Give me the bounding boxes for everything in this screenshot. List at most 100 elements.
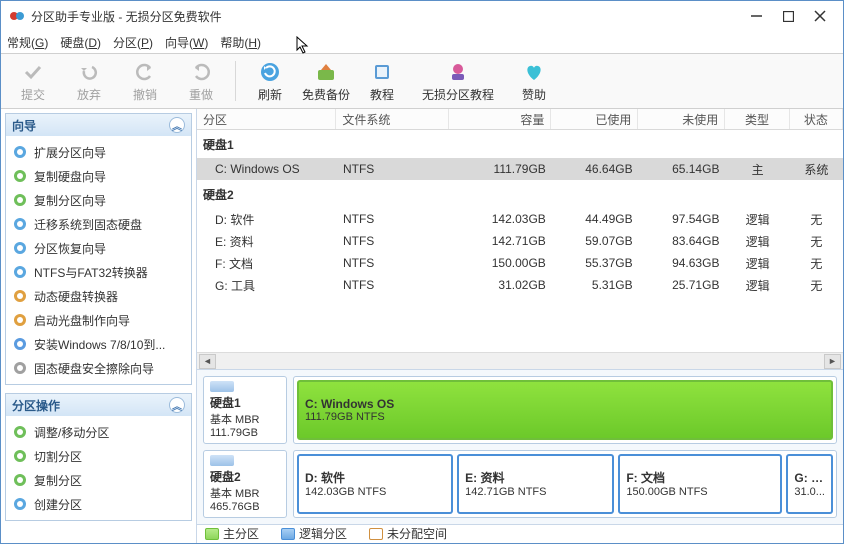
toolbar-backup-button[interactable]: 免费备份: [298, 55, 354, 107]
column-header[interactable]: 分区: [197, 109, 336, 129]
wizard-list: 扩展分区向导复制硬盘向导复制分区向导迁移系统到固态硬盘分区恢复向导 NTFS与FA…: [6, 136, 191, 384]
column-header[interactable]: 类型: [725, 109, 789, 129]
sidebar-item[interactable]: 固态硬盘安全擦除向导: [6, 356, 191, 380]
sidebar-item[interactable]: 启动光盘制作向导: [6, 308, 191, 332]
disk-info[interactable]: 硬盘1基本 MBR111.79GB: [203, 376, 287, 444]
toolbar-label: 免费备份: [302, 86, 350, 103]
horizontal-scrollbar[interactable]: ◄ ►: [197, 352, 843, 368]
partition-row[interactable]: D: 软件NTFS142.03GB44.49GB97.54GB逻辑无: [197, 208, 843, 230]
partition-sub: 150.00GB NTFS: [626, 486, 774, 498]
partition-sub: 142.71GB NTFS: [465, 486, 606, 498]
cell: 无: [790, 255, 843, 272]
menu-item[interactable]: 硬盘(D): [60, 34, 101, 51]
partition-block[interactable]: D: 软件142.03GB NTFS: [297, 454, 453, 514]
titlebar: 分区助手专业版 - 无损分区免费软件: [1, 1, 843, 31]
menu-item[interactable]: 分区(P): [113, 34, 153, 51]
scroll-left-button[interactable]: ◄: [199, 354, 216, 369]
cell: NTFS: [337, 278, 450, 292]
disk-group-header: 硬盘1: [197, 130, 843, 158]
dynamic-icon: [12, 288, 28, 304]
partition-block[interactable]: F: 文档150.00GB NTFS: [618, 454, 782, 514]
copy-part-icon: [12, 192, 28, 208]
partition-title: D: 软件: [305, 469, 445, 486]
wizard-panel-header[interactable]: 向导 ︽: [6, 114, 191, 136]
partition-row[interactable]: C: Windows OSNTFS111.79GB46.64GB65.14GB主…: [197, 158, 843, 180]
cell: 5.31GB: [552, 278, 639, 292]
chevron-up-icon[interactable]: ︽: [169, 397, 185, 413]
sidebar-item[interactable]: 复制分区向导: [6, 188, 191, 212]
toolbar-book-button[interactable]: 教程: [354, 55, 410, 107]
partition-row[interactable]: F: 文档NTFS150.00GB55.37GB94.63GB逻辑无: [197, 252, 843, 274]
column-header[interactable]: 文件系统: [336, 109, 449, 129]
partition-block[interactable]: E: 资料142.71GB NTFS: [457, 454, 614, 514]
cell: NTFS: [337, 234, 450, 248]
sidebar-item-label: 扩展分区向导: [34, 144, 106, 161]
sidebar-item[interactable]: NTFS与FAT32转换器: [6, 260, 191, 284]
partition-sub: 142.03GB NTFS: [305, 486, 445, 498]
toolbar-label: 刷新: [258, 86, 282, 103]
sidebar-item[interactable]: 安装Windows 7/8/10到...: [6, 332, 191, 356]
window-title: 分区助手专业版 - 无损分区免费软件: [31, 8, 749, 25]
partition-block[interactable]: G: 工...31.0...: [786, 454, 833, 514]
cell: F: 文档: [197, 255, 337, 272]
sidebar-item[interactable]: 调整/移动分区: [6, 420, 191, 444]
scroll-right-button[interactable]: ►: [824, 354, 841, 369]
column-header[interactable]: 容量: [449, 109, 551, 129]
cell: NTFS: [337, 162, 450, 176]
cell: 46.64GB: [552, 162, 639, 176]
copy-disk-icon: [12, 168, 28, 184]
close-button[interactable]: [813, 9, 827, 23]
sidebar-item[interactable]: 切割分区: [6, 444, 191, 468]
menubar: 常规(G) 硬盘(D) 分区(P) 向导(W) 帮助(H): [1, 31, 843, 53]
partition-block[interactable]: C: Windows OS111.79GB NTFS: [297, 380, 833, 440]
disk-map: 硬盘1基本 MBR111.79GBC: Windows OS111.79GB N…: [197, 369, 843, 524]
cell: 65.14GB: [639, 162, 726, 176]
disk-info[interactable]: 硬盘2基本 MBR465.76GB: [203, 450, 287, 518]
convert-icon: [12, 264, 28, 280]
cell: 44.49GB: [552, 212, 639, 226]
partition-title: F: 文档: [626, 469, 774, 486]
sidebar-item[interactable]: 动态硬盘转换器: [6, 284, 191, 308]
partition-row[interactable]: E: 资料NTFS142.71GB59.07GB83.64GB逻辑无: [197, 230, 843, 252]
cell: 59.07GB: [552, 234, 639, 248]
sidebar-item-label: NTFS与FAT32转换器: [34, 264, 148, 281]
sidebar-item[interactable]: 分区恢复向导: [6, 236, 191, 260]
menu-item[interactable]: 向导(W): [165, 34, 208, 51]
ops-panel-header[interactable]: 分区操作 ︽: [6, 394, 191, 416]
partition-grid[interactable]: 硬盘1C: Windows OSNTFS111.79GB46.64GB65.14…: [197, 130, 843, 352]
column-header[interactable]: 状态: [790, 109, 843, 129]
cell: 逻辑: [725, 277, 789, 294]
sidebar-item[interactable]: 创建分区: [6, 492, 191, 516]
toolbar-refresh-button[interactable]: 刷新: [242, 55, 298, 107]
cell: NTFS: [337, 212, 450, 226]
disk-scheme: 基本 MBR: [210, 485, 280, 501]
toolbar-heart-button[interactable]: 赞助: [506, 55, 562, 107]
toolbar-tutorial-button[interactable]: 无损分区教程: [410, 55, 506, 107]
create-icon: [12, 496, 28, 512]
cell: 无: [790, 233, 843, 250]
partition-row[interactable]: G: 工具NTFS31.02GB5.31GB25.71GB逻辑无: [197, 274, 843, 296]
column-header[interactable]: 已使用: [551, 109, 638, 129]
partition-sub: 111.79GB NTFS: [305, 411, 825, 423]
cell: D: 软件: [197, 211, 337, 228]
chevron-up-icon[interactable]: ︽: [169, 117, 185, 133]
sidebar-item[interactable]: 迁移系统到固态硬盘: [6, 212, 191, 236]
cell: 逻辑: [725, 211, 789, 228]
sidebar-item[interactable]: 复制硬盘向导: [6, 164, 191, 188]
wizard-panel: 向导 ︽ 扩展分区向导复制硬盘向导复制分区向导迁移系统到固态硬盘分区恢复向导 NT…: [5, 113, 192, 385]
expand-icon: [12, 144, 28, 160]
partition-map: D: 软件142.03GB NTFSE: 资料142.71GB NTFSF: 文…: [293, 450, 837, 518]
menu-item[interactable]: 常规(G): [7, 34, 48, 51]
cell: 142.71GB: [450, 234, 552, 248]
logical-swatch: [281, 528, 295, 540]
minimize-button[interactable]: [749, 9, 763, 23]
backup-icon: [314, 60, 338, 84]
sidebar-item[interactable]: 扩展分区向导: [6, 140, 191, 164]
maximize-button[interactable]: [781, 9, 795, 23]
menu-item[interactable]: 帮助(H): [220, 34, 261, 51]
column-header[interactable]: 未使用: [638, 109, 725, 129]
cell: E: 资料: [197, 233, 337, 250]
cell: 150.00GB: [450, 256, 552, 270]
partition-sub: 31.0...: [794, 486, 825, 498]
sidebar-item[interactable]: 复制分区: [6, 468, 191, 492]
